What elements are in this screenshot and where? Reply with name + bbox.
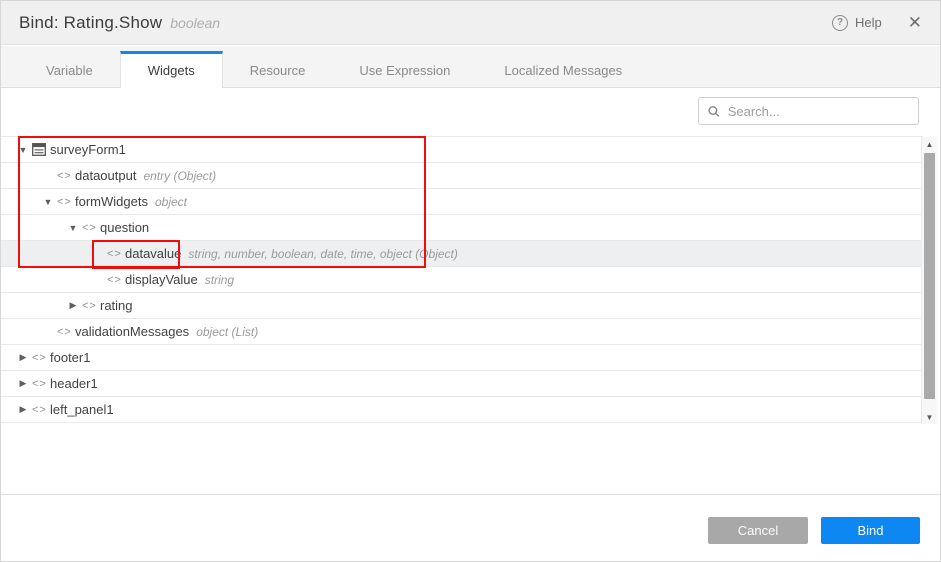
- tree-row-left-panel1[interactable]: ▶ <> left_panel1: [1, 397, 923, 423]
- tree-node-label: question: [100, 220, 149, 235]
- tree-node-type: string, number, boolean, date, time, obj…: [188, 247, 457, 261]
- tab-widgets[interactable]: Widgets: [120, 51, 223, 88]
- tree-node-label: datavalue: [125, 246, 181, 261]
- tree-row-question[interactable]: ▼ <> question: [1, 215, 923, 241]
- bind-dialog: Bind: Rating.Show boolean ? Help ✕ Varia…: [0, 0, 941, 562]
- close-icon[interactable]: ✕: [908, 14, 922, 31]
- tree-row-footer1[interactable]: ▶ <> footer1: [1, 345, 923, 371]
- code-icon: <>: [107, 274, 121, 286]
- tree-scrollbar[interactable]: ▲ ▼: [921, 137, 937, 424]
- code-icon: <>: [57, 326, 71, 338]
- tree-row-surveyform1[interactable]: ▼ surveyForm1: [1, 137, 923, 163]
- scrollbar-up-icon[interactable]: ▲: [922, 137, 937, 151]
- widget-tree: ▼ surveyForm1 <> dataoutput entry (Objec…: [1, 136, 923, 423]
- tree-node-label: dataoutput: [75, 168, 136, 183]
- scrollbar-down-icon[interactable]: ▼: [922, 410, 937, 424]
- tab-resource[interactable]: Resource: [223, 50, 333, 87]
- tab-variable[interactable]: Variable: [19, 50, 120, 87]
- tab-localized-messages[interactable]: Localized Messages: [477, 50, 649, 87]
- tree-row-header1[interactable]: ▶ <> header1: [1, 371, 923, 397]
- help-label: Help: [855, 15, 882, 30]
- tree-node-label: left_panel1: [50, 402, 114, 417]
- tree-row-validationmessages[interactable]: <> validationMessages object (List): [1, 319, 923, 345]
- tree-node-label: validationMessages: [75, 324, 189, 339]
- code-icon: <>: [82, 300, 96, 312]
- help-icon: ?: [832, 15, 848, 31]
- tree-row-displayvalue[interactable]: <> displayValue string: [1, 267, 923, 293]
- tree-node-label: formWidgets: [75, 194, 148, 209]
- code-icon: <>: [57, 196, 71, 208]
- code-icon: <>: [82, 222, 96, 234]
- code-icon: <>: [32, 404, 46, 416]
- help-button[interactable]: ? Help: [832, 15, 882, 31]
- code-icon: <>: [107, 248, 121, 260]
- bind-status: The widget can be bound Target:rating.sh…: [1, 424, 940, 495]
- search-input[interactable]: [728, 104, 909, 119]
- code-icon: <>: [57, 170, 71, 182]
- tree-node-type: object: [155, 195, 187, 209]
- tree-node-type: string: [205, 273, 234, 287]
- tree-row-dataoutput[interactable]: <> dataoutput entry (Object): [1, 163, 923, 189]
- tree-node-label: displayValue: [125, 272, 198, 287]
- tree-node-label: footer1: [50, 350, 90, 365]
- dialog-titlebar: Bind: Rating.Show boolean ? Help ✕: [1, 1, 940, 45]
- code-icon: <>: [32, 352, 46, 364]
- tab-use-expression[interactable]: Use Expression: [332, 50, 477, 87]
- scrollbar-thumb[interactable]: [924, 153, 935, 399]
- bind-button[interactable]: Bind: [821, 517, 920, 544]
- collapse-arrow-icon[interactable]: ▶: [67, 300, 79, 311]
- form-icon: [32, 143, 46, 156]
- tree-row-datavalue[interactable]: <> datavalue string, number, boolean, da…: [1, 241, 923, 267]
- expand-arrow-icon[interactable]: ▼: [42, 197, 54, 207]
- tree-node-type: object (List): [196, 325, 258, 339]
- tree-node-type: entry (Object): [143, 169, 216, 183]
- tree-row-rating[interactable]: ▶ <> rating: [1, 293, 923, 319]
- search-box[interactable]: [698, 97, 919, 125]
- collapse-arrow-icon[interactable]: ▶: [17, 352, 29, 363]
- cancel-button[interactable]: Cancel: [708, 517, 808, 544]
- tree-node-label: rating: [100, 298, 133, 313]
- tab-bar: Variable Widgets Resource Use Expression…: [1, 46, 940, 88]
- collapse-arrow-icon[interactable]: ▶: [17, 404, 29, 415]
- dialog-title-type: boolean: [170, 15, 220, 31]
- dialog-title: Bind: Rating.Show: [19, 13, 162, 33]
- search-icon: [708, 105, 720, 118]
- code-icon: <>: [32, 378, 46, 390]
- collapse-arrow-icon[interactable]: ▶: [17, 378, 29, 389]
- tree-node-label: surveyForm1: [50, 142, 126, 157]
- tree-row-formwidgets[interactable]: ▼ <> formWidgets object: [1, 189, 923, 215]
- expand-arrow-icon[interactable]: ▼: [67, 223, 79, 233]
- expand-arrow-icon[interactable]: ▼: [17, 145, 29, 155]
- tree-node-label: header1: [50, 376, 98, 391]
